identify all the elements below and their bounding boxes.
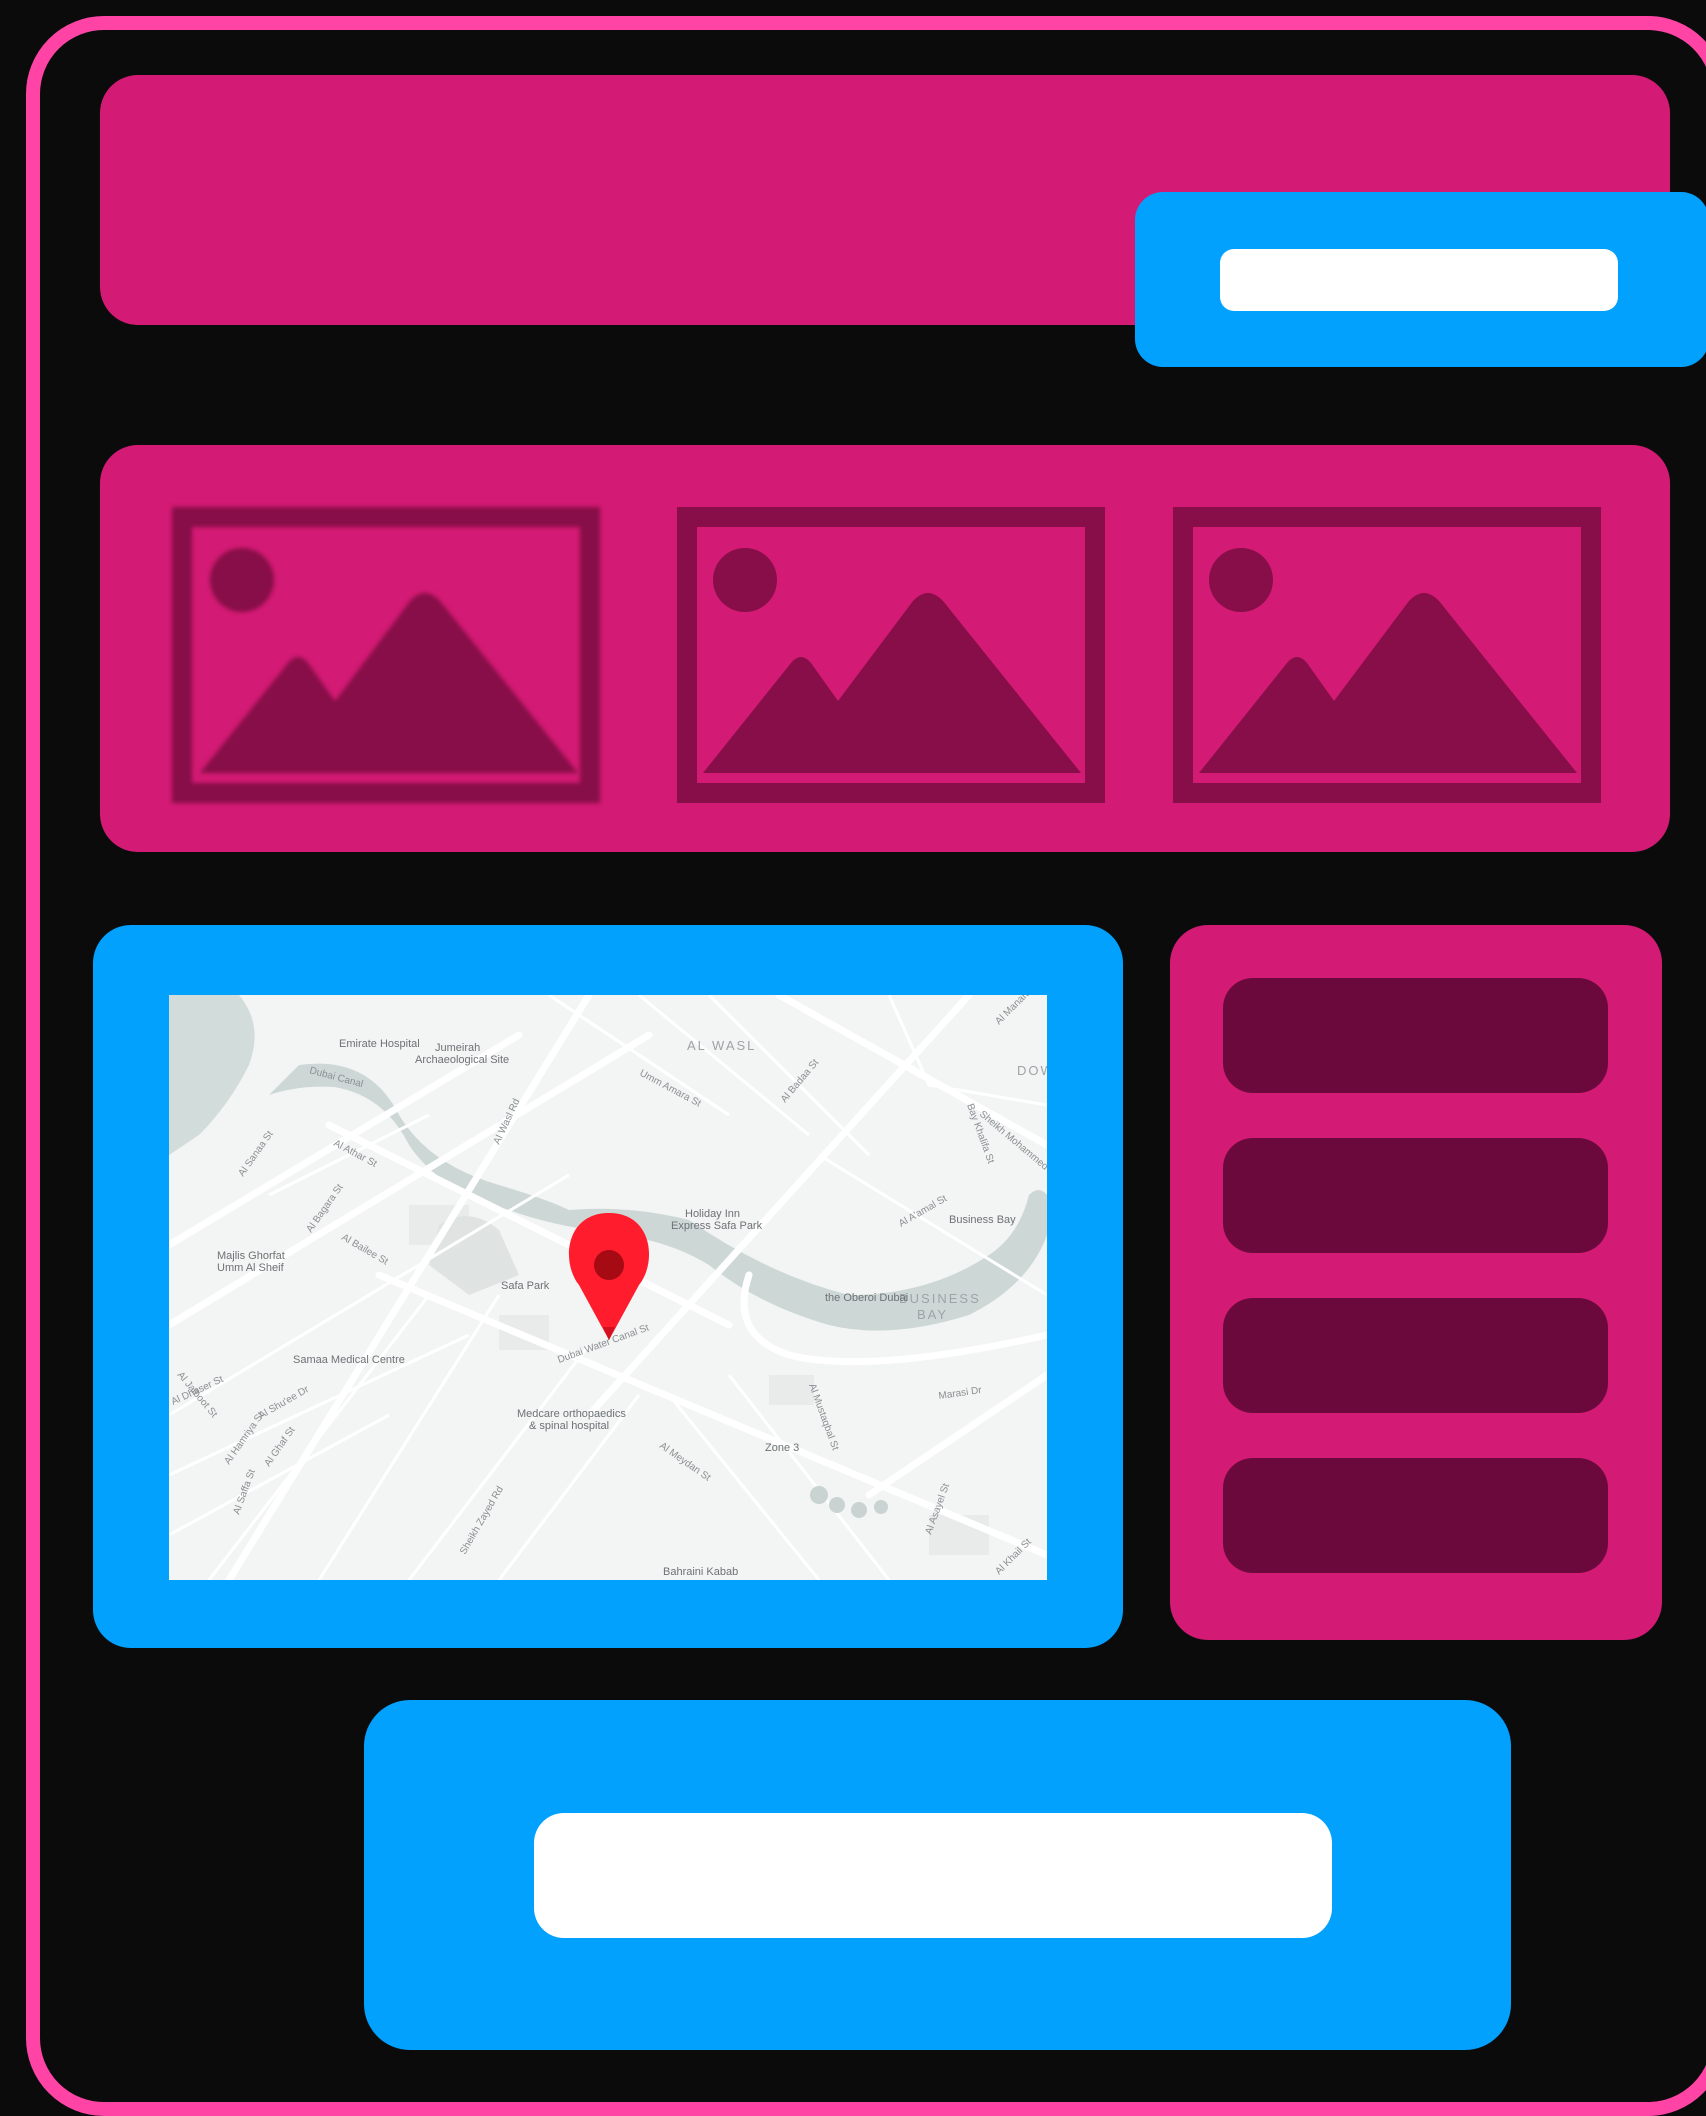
map-place-label: Business Bay bbox=[949, 1214, 1016, 1226]
map-street-label: Al Manara Rd bbox=[993, 995, 1044, 1027]
map-card: AL WASL BUSINESS BAY DOW Emirate Hospita… bbox=[93, 925, 1123, 1648]
map-street-label: Al Hamriya St bbox=[222, 1410, 266, 1467]
map-place-label: Express Safa Park bbox=[671, 1220, 763, 1232]
map-street-label: Marasi Dr bbox=[938, 1385, 983, 1402]
gallery-image-2[interactable] bbox=[675, 505, 1107, 805]
map-area-label: BUSINESS bbox=[899, 1291, 981, 1306]
map-street-label: Al Wasl Rd bbox=[492, 1097, 523, 1146]
search-container[interactable] bbox=[1135, 192, 1706, 367]
side-menu-item[interactable] bbox=[1223, 1458, 1608, 1573]
map-street-label: Al Saffa St bbox=[231, 1468, 258, 1516]
search-input[interactable] bbox=[1220, 249, 1618, 311]
map-place-label: & spinal hospital bbox=[529, 1420, 609, 1432]
image-placeholder-icon bbox=[677, 507, 1105, 803]
map-street-label: Al Sanaa St bbox=[236, 1129, 275, 1179]
map-pin-icon[interactable] bbox=[568, 1213, 650, 1340]
map-place-label: Zone 3 bbox=[765, 1442, 799, 1454]
map-area-label: AL WASL bbox=[687, 1038, 756, 1053]
side-menu bbox=[1170, 925, 1662, 1640]
image-placeholder-icon bbox=[172, 507, 600, 803]
cta-button[interactable] bbox=[364, 1700, 1511, 2050]
image-gallery bbox=[100, 445, 1670, 852]
map-area-label: BAY bbox=[917, 1307, 948, 1322]
map-place-label: Emirate Hospital bbox=[339, 1038, 420, 1050]
map-place-label: the Oberoi Dubai bbox=[825, 1292, 908, 1304]
map-place-label: Medcare orthopaedics bbox=[517, 1408, 626, 1420]
side-menu-item[interactable] bbox=[1223, 1138, 1608, 1253]
map-street-label: Al Ghaf St bbox=[262, 1425, 297, 1469]
map-place-label: Holiday Inn bbox=[685, 1208, 740, 1220]
header-bar bbox=[100, 75, 1706, 367]
map-area-label: DOW bbox=[1017, 1063, 1047, 1078]
cta-label bbox=[534, 1813, 1332, 1938]
map-place-label: Majlis Ghorfat bbox=[217, 1250, 285, 1262]
map-place-label: Bahraini Kabab bbox=[663, 1566, 738, 1578]
map-place-label: Safa Park bbox=[501, 1280, 550, 1292]
side-menu-item[interactable] bbox=[1223, 1298, 1608, 1413]
side-menu-item[interactable] bbox=[1223, 978, 1608, 1093]
gallery-image-3[interactable] bbox=[1171, 505, 1603, 805]
map-place-label: Samaa Medical Centre bbox=[293, 1354, 405, 1366]
map-street-label: Al Bailee St bbox=[340, 1232, 390, 1267]
map-street-label: Al Mustaqbal St bbox=[806, 1382, 840, 1452]
map-street-label: Al Meydan St bbox=[657, 1440, 712, 1483]
gallery-image-1[interactable] bbox=[170, 505, 602, 805]
map-place-label: Archaeological Site bbox=[415, 1054, 509, 1066]
map-place-label: Jumeirah bbox=[435, 1042, 480, 1054]
map-street-label: Sheikh Zayed Rd bbox=[458, 1485, 506, 1557]
map-place-label: Umm Al Sheif bbox=[217, 1262, 285, 1274]
map-street-label: Al A'amal St bbox=[897, 1193, 949, 1229]
image-placeholder-icon bbox=[1173, 507, 1601, 803]
map-view[interactable]: AL WASL BUSINESS BAY DOW Emirate Hospita… bbox=[169, 995, 1047, 1580]
map-street-label: Al Badaa St bbox=[779, 1057, 822, 1105]
